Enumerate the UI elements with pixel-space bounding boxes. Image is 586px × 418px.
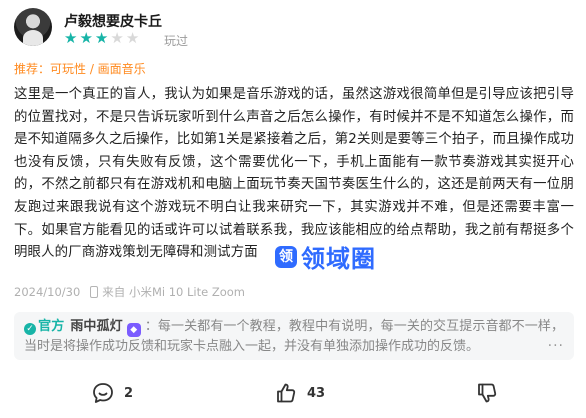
review-text[interactable]: 这里是一个真正的盲人，我认为如果是音乐游戏的话，虽然这游戏很简单但是引导应该把引…	[14, 84, 574, 265]
action-bar: 2 43	[0, 382, 586, 412]
dislike-button[interactable]	[476, 382, 508, 404]
more-icon[interactable]: ···	[548, 338, 564, 354]
like-button[interactable]: 43	[275, 382, 325, 404]
review-date: 2024/10/30	[14, 285, 81, 299]
star-icon: ★	[94, 29, 109, 47]
rating-stars: ★ ★ ★ ★ ★	[64, 30, 139, 46]
played-label: 玩过	[164, 34, 189, 48]
official-check-icon: ✓	[24, 323, 36, 335]
comment-button[interactable]: 2	[92, 382, 133, 404]
comment-count: 2	[124, 385, 134, 401]
gamepad-badge-icon: ◆	[126, 323, 141, 337]
watermark-logo-icon: 领	[275, 245, 297, 268]
user-avatar[interactable]	[14, 8, 52, 46]
phone-icon	[90, 286, 99, 298]
thumbs-down-icon	[478, 383, 497, 403]
reply-author: 雨中孤灯	[70, 319, 123, 334]
watermark-text: 领域圈	[301, 245, 376, 273]
review-header: 卢毅想要皮卡丘 ★ ★ ★ ★ ★ 玩过	[14, 8, 574, 52]
like-count: 43	[307, 385, 326, 401]
username[interactable]: 卢毅想要皮卡丘	[64, 11, 162, 31]
thumbs-up-icon	[277, 383, 296, 403]
review-meta: 2024/10/30 来自 小米Mi 10 Lite Zoom	[14, 284, 245, 300]
developer-reply[interactable]: ✓ 官方 雨中孤灯 ◆ ：每一关都有一个教程，教程中有说明，每一关的交互提示音都不一样，…	[14, 312, 574, 360]
star-icon: ★	[125, 29, 140, 47]
watermark: 领 领域圈	[275, 239, 376, 274]
comment-icon	[93, 383, 113, 403]
star-icon: ★	[79, 29, 93, 47]
official-label: 官方	[38, 319, 65, 334]
reply-content: ✓ 官方 雨中孤灯 ◆ ：每一关都有一个教程，教程中有说明，每一关的交互提示音都不一样，…	[24, 317, 564, 357]
device-label: 来自 小米Mi 10 Lite Zoom	[102, 285, 246, 299]
star-icon: ★	[110, 29, 124, 47]
reply-colon: ：	[144, 319, 158, 334]
star-icon: ★	[64, 29, 78, 47]
recommend-tags: 推荐：可玩性 / 画面音乐	[14, 62, 146, 76]
